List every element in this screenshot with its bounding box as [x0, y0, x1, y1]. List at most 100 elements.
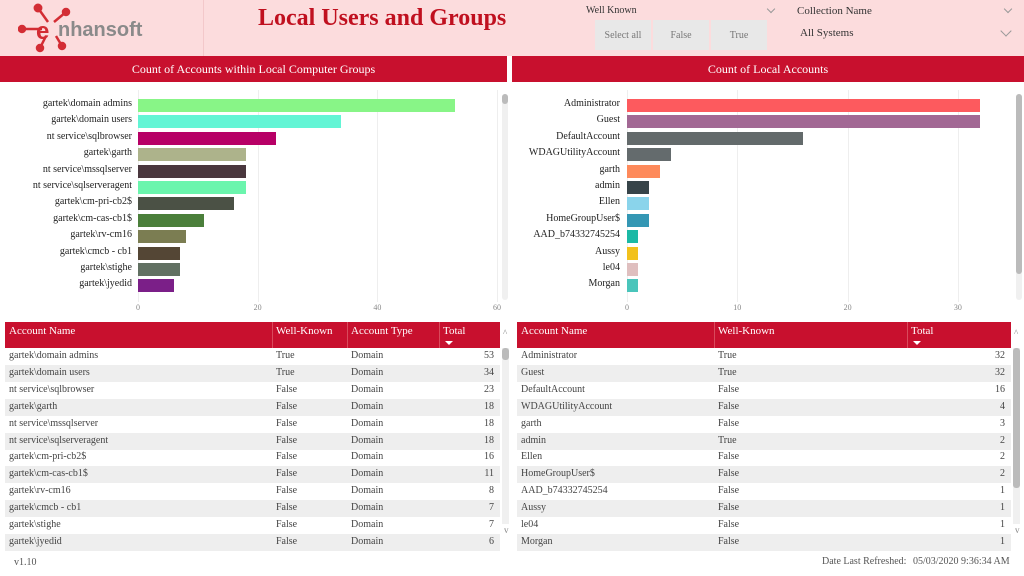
column-header-account-type[interactable]: Account Type	[351, 325, 413, 337]
scrollbar-thumb[interactable]	[502, 94, 508, 104]
scrollbar-thumb[interactable]	[502, 348, 509, 360]
cell-well-known: False	[276, 383, 298, 395]
chevron-down-icon[interactable]	[766, 4, 776, 14]
column-divider	[347, 322, 348, 348]
cell-account-type: Domain	[351, 535, 384, 547]
chart-scrollbar[interactable]	[1016, 94, 1022, 300]
column-header-well-known[interactable]: Well-Known	[718, 325, 775, 337]
bar[interactable]	[627, 148, 672, 162]
column-header-total[interactable]: Total	[443, 325, 465, 337]
bar-category-label: gartek\garth	[83, 147, 132, 159]
bar[interactable]	[627, 279, 639, 293]
bar[interactable]	[627, 213, 650, 227]
scrollbar-thumb[interactable]	[1013, 348, 1020, 488]
table-row[interactable]: nt service\sqlserveragent False Domain 18	[5, 432, 500, 450]
column-header-total[interactable]: Total	[911, 325, 933, 337]
bar[interactable]	[627, 246, 639, 260]
table-row[interactable]: le04 False 1	[517, 517, 1011, 534]
bar[interactable]	[627, 131, 804, 145]
bar[interactable]	[627, 115, 980, 129]
bar-category-label: nt service\sqlbrowser	[46, 130, 132, 142]
bar-category-label: admin	[595, 180, 620, 191]
table-row[interactable]: gartek\domain admins True Domain 53	[5, 348, 500, 365]
cell-well-known: False	[276, 400, 298, 412]
table-row[interactable]: gartek\jyedid False Domain 6	[5, 533, 500, 551]
bar[interactable]	[627, 164, 661, 178]
column-header-account-name[interactable]: Account Name	[521, 325, 587, 337]
account-chart-title: Count of Local Accounts	[512, 56, 1024, 82]
bar[interactable]	[627, 181, 650, 194]
table-row[interactable]: gartek\cm-pri-cb2$ False Domain 16	[5, 449, 500, 466]
scroll-up-icon[interactable]: ^	[1014, 328, 1018, 338]
bar[interactable]	[138, 131, 276, 145]
sort-descending-icon[interactable]	[913, 341, 921, 345]
table-row[interactable]: admin True 2	[517, 432, 1011, 450]
bar[interactable]	[138, 246, 180, 260]
bar[interactable]	[627, 230, 639, 244]
chevron-down-icon[interactable]	[1000, 25, 1012, 37]
scrollbar-thumb[interactable]	[1016, 94, 1022, 274]
column-header-account-name[interactable]: Account Name	[9, 325, 75, 337]
table-row[interactable]: garth False 3	[517, 416, 1011, 433]
bar-category-label: Guest	[596, 114, 620, 126]
bar[interactable]	[627, 263, 639, 276]
table-row[interactable]: gartek\cm-cas-cb1$ False Domain 11	[5, 466, 500, 484]
cell-account-name: Guest	[521, 366, 545, 378]
table-row[interactable]: Guest True 32	[517, 364, 1011, 382]
cell-total: 18	[484, 417, 494, 429]
bar[interactable]	[138, 213, 204, 227]
bar-category-label: Ellen	[598, 196, 620, 208]
slicer-option-false[interactable]: False	[653, 20, 709, 50]
table-row[interactable]: WDAGUtilityAccount False 4	[517, 398, 1011, 416]
scroll-up-icon[interactable]: ^	[503, 328, 507, 338]
slicer-option-select-all[interactable]: Select all	[595, 20, 651, 50]
chart-scrollbar[interactable]	[502, 94, 508, 300]
table-row[interactable]: gartek\stighe False Domain 7	[5, 517, 500, 534]
table-scrollbar[interactable]	[1013, 348, 1020, 524]
table-row[interactable]: Ellen False 2	[517, 449, 1011, 466]
bar[interactable]	[138, 115, 342, 129]
scroll-down-icon[interactable]: v	[504, 525, 509, 535]
x-tick-label: 20	[253, 303, 262, 312]
chevron-down-icon[interactable]	[1003, 4, 1013, 14]
table-row[interactable]: nt service\sqlbrowser False Domain 23	[5, 382, 500, 399]
cell-total: 7	[489, 519, 494, 530]
table-row[interactable]: gartek\garth False Domain 18	[5, 398, 500, 416]
bar[interactable]	[138, 197, 234, 211]
collection-dropdown[interactable]: All Systems	[800, 27, 853, 39]
bar[interactable]	[138, 279, 174, 293]
cell-total: 1	[1000, 535, 1005, 547]
cell-account-name: gartek\cmcb - cb1	[9, 502, 82, 514]
bar-category-label: Aussy	[594, 245, 620, 257]
table-row[interactable]: nt service\mssqlserver False Domain 18	[5, 416, 500, 433]
bar[interactable]	[138, 181, 246, 194]
table-row[interactable]: Administrator True 32	[517, 348, 1011, 365]
table-row[interactable]: Aussy False 1	[517, 500, 1011, 518]
table-row[interactable]: gartek\rv-cm16 False Domain 8	[5, 483, 500, 500]
cell-total: 32	[995, 366, 1005, 378]
table-row[interactable]: AAD_b74332745254 False 1	[517, 483, 1011, 500]
cell-well-known: False	[276, 535, 298, 547]
bar[interactable]	[138, 148, 246, 162]
bar[interactable]	[138, 99, 456, 112]
bar[interactable]	[138, 263, 180, 276]
table-row[interactable]: DefaultAccount False 16	[517, 382, 1011, 399]
bar[interactable]	[627, 99, 980, 112]
group-chart-title: Count of Accounts within Local Computer …	[0, 56, 507, 82]
bar[interactable]	[138, 164, 246, 178]
cell-total: 6	[489, 535, 494, 547]
bar[interactable]	[627, 197, 650, 211]
table-row[interactable]: gartek\cmcb - cb1 False Domain 7	[5, 500, 500, 518]
column-header-well-known[interactable]: Well-Known	[276, 325, 333, 337]
table-row[interactable]: Morgan False 1	[517, 533, 1011, 551]
table-row[interactable]: gartek\domain users True Domain 34	[5, 364, 500, 382]
table-row[interactable]: HomeGroupUser$ False 2	[517, 466, 1011, 484]
cell-account-name: gartek\garth	[9, 400, 58, 412]
slicer-option-true[interactable]: True	[711, 20, 767, 50]
cell-account-name: nt service\sqlserveragent	[9, 434, 109, 446]
scroll-down-icon[interactable]: v	[1015, 525, 1020, 535]
sort-descending-icon[interactable]	[445, 341, 453, 345]
table-scrollbar[interactable]	[502, 348, 509, 524]
bar[interactable]	[138, 230, 186, 244]
bar-category-label: nt service\sqlserveragent	[32, 180, 132, 191]
